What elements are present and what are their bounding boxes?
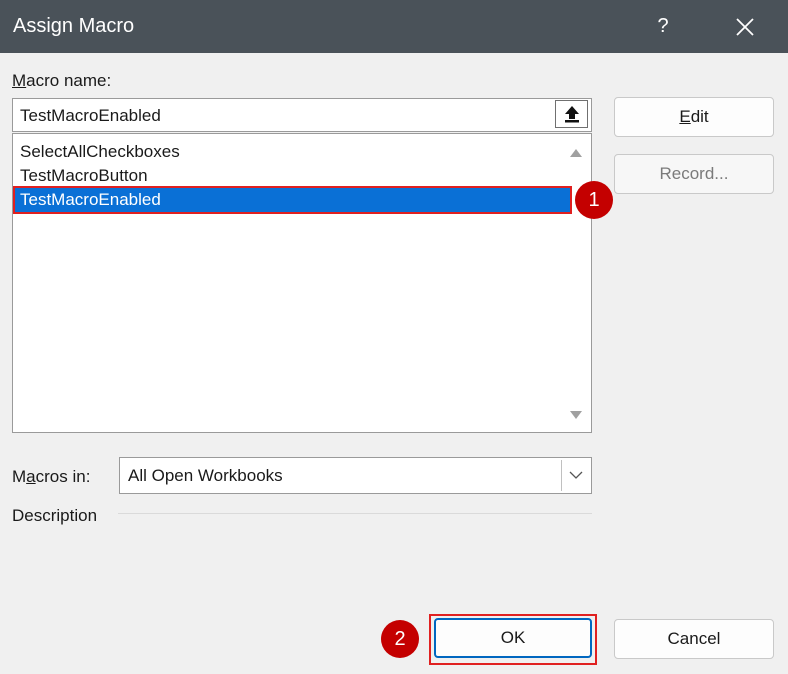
chevron-down-icon: [569, 471, 583, 479]
macros-in-dropdown[interactable]: All Open Workbooks: [119, 457, 592, 494]
dropdown-button[interactable]: [561, 460, 589, 491]
upload-arrow-icon: [565, 106, 579, 123]
scroll-up-arrow-icon[interactable]: [569, 148, 583, 158]
edit-button[interactable]: Edit: [614, 97, 774, 137]
macros-in-value: All Open Workbooks: [128, 466, 283, 485]
help-button[interactable]: ?: [650, 13, 676, 39]
collapse-dialog-button[interactable]: [555, 100, 588, 128]
macros-in-label: Macros in:: [12, 467, 91, 486]
description-label: Description: [12, 506, 98, 525]
title-bar: Assign Macro ?: [0, 0, 788, 53]
step-1-badge: 1: [575, 181, 613, 219]
dialog-title: Assign Macro: [13, 15, 135, 37]
scroll-down-arrow-icon[interactable]: [569, 410, 583, 420]
cancel-button[interactable]: Cancel: [614, 619, 774, 659]
description-divider: [118, 513, 592, 514]
list-item[interactable]: SelectAllCheckboxes: [18, 140, 180, 164]
record-button: Record...: [614, 154, 774, 194]
step-2-badge: 2: [381, 620, 419, 658]
macro-name-value: TestMacroEnabled: [20, 106, 161, 125]
macro-list[interactable]: SelectAllCheckboxes TestMacroButton Test…: [12, 133, 592, 433]
list-item-selected[interactable]: TestMacroEnabled: [13, 186, 572, 214]
ok-button[interactable]: OK: [434, 618, 592, 658]
close-icon: [736, 18, 754, 36]
macro-name-input[interactable]: TestMacroEnabled: [12, 98, 592, 132]
list-item[interactable]: TestMacroButton: [18, 164, 148, 188]
close-button[interactable]: [730, 12, 760, 42]
macro-name-label: Macro name:: [12, 71, 112, 90]
